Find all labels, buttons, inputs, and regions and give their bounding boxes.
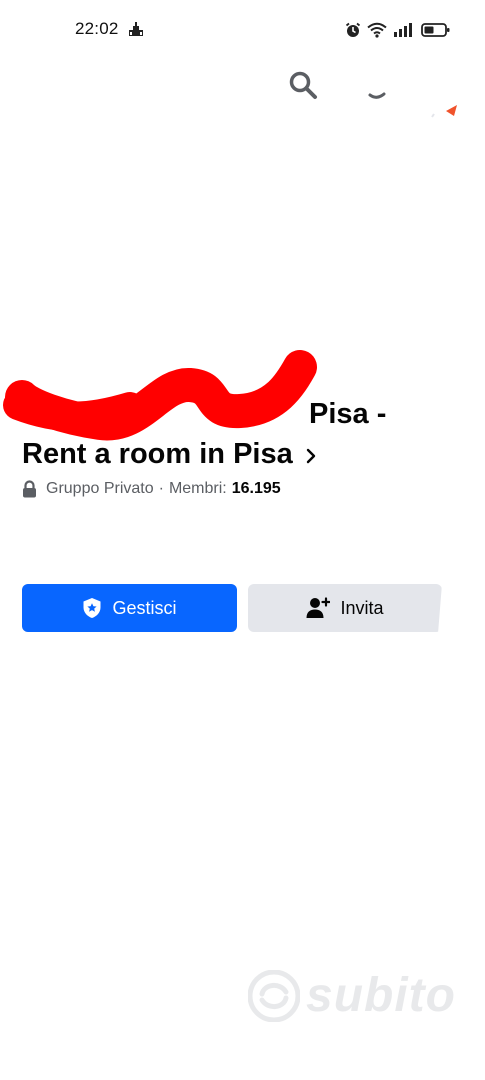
privacy-label: Gruppo Privato [46, 480, 154, 497]
shield-star-icon [82, 597, 102, 619]
subito-logo-icon [248, 969, 300, 1022]
add-person-icon [306, 597, 331, 619]
manage-button-label: Gestisci [112, 597, 177, 618]
search-button[interactable] [284, 66, 322, 104]
manage-button[interactable]: Gestisci [22, 584, 237, 632]
members-label[interactable]: Membri: [169, 480, 227, 498]
battery-icon [421, 23, 450, 37]
group-name-text: Rent a room in Pisa [22, 438, 293, 470]
invite-button[interactable]: Invita [248, 584, 442, 632]
signal-icon [394, 23, 412, 37]
invite-button-label: Invita [340, 597, 384, 618]
wifi-icon [367, 22, 387, 38]
status-icons [345, 19, 451, 41]
group-title-line1: Pisa - [22, 394, 462, 434]
partial-icon [368, 92, 386, 99]
lock-icon [23, 480, 36, 498]
meta-separator: · [158, 480, 164, 497]
group-title-line2: Rent a room in Pisa [22, 434, 462, 474]
status-bar: 22:02 [0, 0, 485, 60]
group-meta: Gruppo Privato · Membri: 16.195 [22, 480, 281, 498]
group-title[interactable]: Pisa - Rent a room in Pisa [22, 394, 462, 474]
subito-watermark: subito [248, 968, 456, 1023]
group-title-text: Pisa - [309, 398, 387, 430]
notification-icon [129, 22, 143, 36]
members-count[interactable]: 16.195 [232, 480, 281, 498]
partial-red-icon [431, 105, 457, 118]
search-icon [289, 71, 317, 99]
status-time: 22:02 [75, 19, 119, 38]
alarm-icon [345, 22, 361, 37]
watermark-text: subito [306, 969, 456, 1022]
group-page: 22:02 Pisa - Rent a room in Pisa Gruppo … [0, 0, 485, 1080]
chevron-right-icon [306, 448, 315, 464]
